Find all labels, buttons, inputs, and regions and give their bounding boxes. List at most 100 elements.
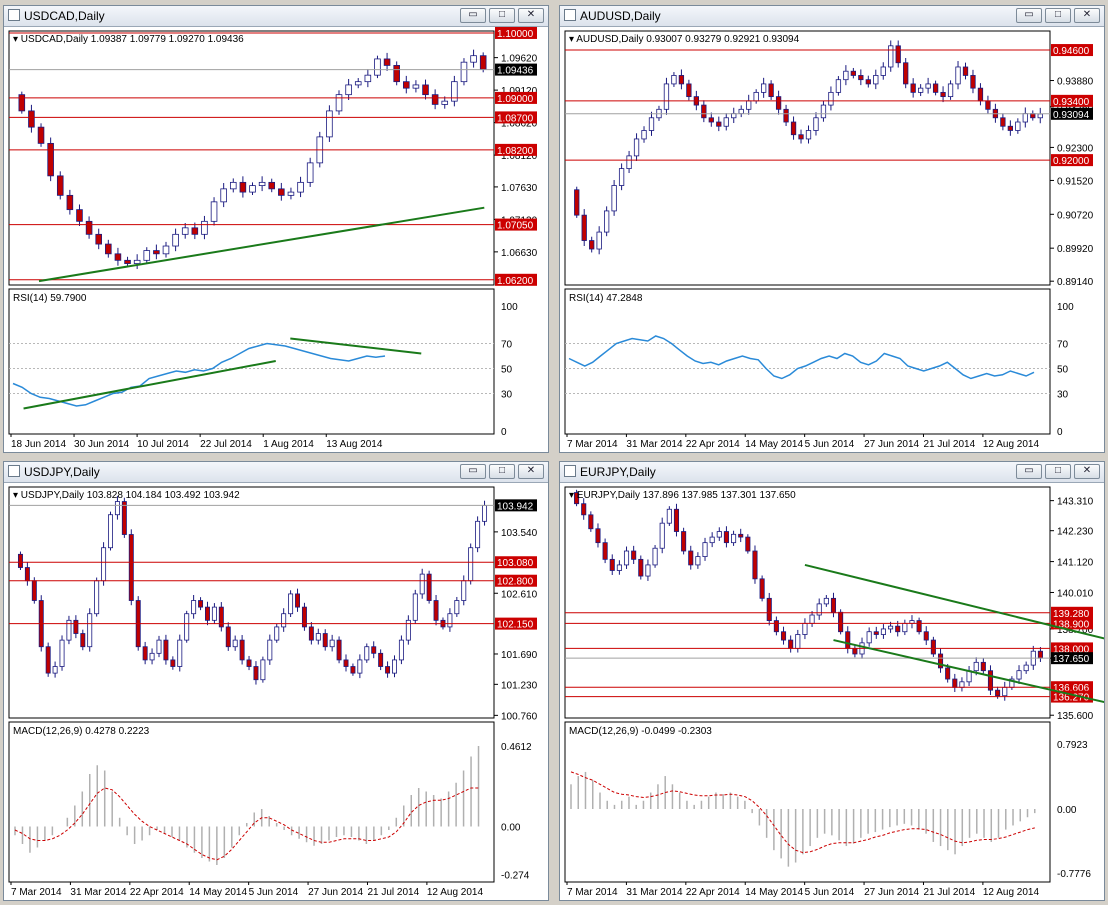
candle <box>220 183 227 208</box>
price-tick-label: 1.09620 <box>501 54 538 65</box>
chart-window-eurjpy[interactable]: EURJPY,Daily ▭ □ ✕ 143.310 142.230 141.120 140.… <box>559 461 1105 901</box>
current-price-label: 137.650 <box>1051 652 1093 665</box>
candle <box>419 568 425 599</box>
candle <box>940 86 946 103</box>
chart-window-icon <box>564 9 576 21</box>
candle <box>923 626 929 646</box>
maximize-button[interactable]: □ <box>1045 8 1071 23</box>
candle <box>641 126 647 143</box>
candle <box>1000 113 1006 131</box>
candle <box>802 618 808 640</box>
candle <box>73 615 79 639</box>
candle <box>678 69 685 90</box>
maximize-button[interactable]: □ <box>489 8 515 23</box>
level-price-label: 1.10000 <box>495 27 537 40</box>
close-button[interactable]: ✕ <box>518 464 544 479</box>
candle <box>475 516 481 553</box>
candle <box>268 178 276 193</box>
level-price-label: 1.06200 <box>495 273 537 287</box>
maximize-button[interactable]: □ <box>1045 464 1071 479</box>
candle <box>260 656 266 683</box>
candle <box>932 80 939 96</box>
window-titlebar[interactable]: EURJPY,Daily ▭ □ ✕ <box>560 462 1104 483</box>
candle <box>80 629 86 651</box>
candle <box>645 559 651 581</box>
candle <box>329 634 335 652</box>
candle <box>461 575 467 606</box>
level-price-label: 1.08700 <box>495 111 537 124</box>
svg-text:0.93400: 0.93400 <box>1053 97 1090 108</box>
minimize-button[interactable]: ▭ <box>1016 464 1042 479</box>
minimize-button[interactable]: ▭ <box>460 8 486 23</box>
date-tick-label: 5 Jun 2014 <box>805 439 855 450</box>
rsi-tick-label: 30 <box>1057 390 1069 401</box>
window-title: USDJPY,Daily <box>24 465 100 479</box>
candle <box>980 658 986 675</box>
candle <box>301 602 307 631</box>
candle <box>581 498 587 520</box>
candle <box>581 209 587 247</box>
date-tick-label: 31 Mar 2014 <box>626 887 683 898</box>
candle <box>992 103 999 123</box>
close-button[interactable]: ✕ <box>518 8 544 23</box>
candle <box>845 626 851 654</box>
indicator-legend: RSI(14) 47.2848 <box>569 293 643 304</box>
candle <box>631 545 637 564</box>
candle <box>925 77 931 94</box>
trend-line[interactable] <box>290 337 422 355</box>
date-tick-label: 7 Mar 2014 <box>567 887 618 898</box>
close-button[interactable]: ✕ <box>1074 464 1100 479</box>
candle <box>589 236 595 253</box>
chart-legend: ▾ USDJPY,Daily 103.828 104.184 103.492 1… <box>13 490 240 501</box>
chart-canvas[interactable]: 143.310142.230141.120140.010138.700137.6… <box>560 483 1104 900</box>
maximize-button[interactable]: □ <box>489 464 515 479</box>
window-titlebar[interactable]: USDCAD,Daily ▭ □ ✕ <box>4 6 548 27</box>
price-tick-label: 0.89920 <box>1057 244 1094 255</box>
price-tick-label: 0.91520 <box>1057 176 1094 187</box>
level-price-label: 1.07050 <box>495 218 537 232</box>
price-tick-label: 1.07630 <box>501 183 538 194</box>
window-titlebar[interactable]: AUDUSD,Daily ▭ □ ✕ <box>560 6 1104 27</box>
price-tick-label: 100.760 <box>501 711 538 722</box>
candle <box>616 560 622 575</box>
candle <box>322 629 328 651</box>
candle <box>52 661 58 678</box>
candle <box>59 635 65 671</box>
minimize-button[interactable]: ▭ <box>1016 8 1042 23</box>
candle <box>795 629 801 653</box>
indicator-legend: RSI(14) 59.7900 <box>13 293 87 304</box>
candle <box>37 123 45 147</box>
date-tick-label: 31 Mar 2014 <box>626 439 683 450</box>
candle <box>959 677 965 692</box>
price-tick-label: 101.230 <box>501 680 538 691</box>
chart-canvas[interactable]: 1.096201.091201.086201.081201.076301.071… <box>4 27 548 452</box>
minimize-button[interactable]: ▭ <box>460 464 486 479</box>
candle <box>716 116 722 132</box>
candle <box>426 570 432 604</box>
chart-window-usdjpy[interactable]: USDJPY,Daily ▭ □ ✕ 103.540 102.610 101.690 101.… <box>3 461 549 901</box>
chart-canvas[interactable]: 0.938800.932600.923000.915200.907200.899… <box>560 27 1104 452</box>
rsi-line <box>568 335 1035 380</box>
svg-text:0.93094: 0.93094 <box>1053 110 1090 121</box>
candle <box>114 247 122 266</box>
candle <box>66 189 74 215</box>
candle <box>239 635 245 665</box>
chart-window-audusd[interactable]: AUDUSD,Daily▭□✕0.938800.932600.923000.91… <box>559 5 1105 453</box>
date-tick-label: 27 Jun 2014 <box>864 887 919 898</box>
candle <box>482 500 488 526</box>
level-price-label: 1.09000 <box>495 91 537 105</box>
candle <box>738 105 744 118</box>
candle <box>451 75 458 107</box>
level-price-label: 0.94600 <box>1051 44 1093 57</box>
candle <box>181 223 189 239</box>
price-tick-label: 0.93880 <box>1057 77 1094 88</box>
chart-canvas[interactable]: 103.540 102.610 101.690 101.230 100.760 103.0… <box>4 483 548 900</box>
candle <box>688 545 694 570</box>
close-button[interactable]: ✕ <box>1074 8 1100 23</box>
svg-text:103.080: 103.080 <box>497 558 534 569</box>
chart-window-usdcad[interactable]: USDCAD,Daily ▭ □ ✕ 1.09620 1.09120 1.08620 1.08… <box>3 5 549 453</box>
candle <box>760 77 767 98</box>
candle <box>673 503 680 537</box>
window-titlebar[interactable]: USDJPY,Daily ▭ □ ✕ <box>4 462 548 483</box>
candle <box>609 554 615 575</box>
